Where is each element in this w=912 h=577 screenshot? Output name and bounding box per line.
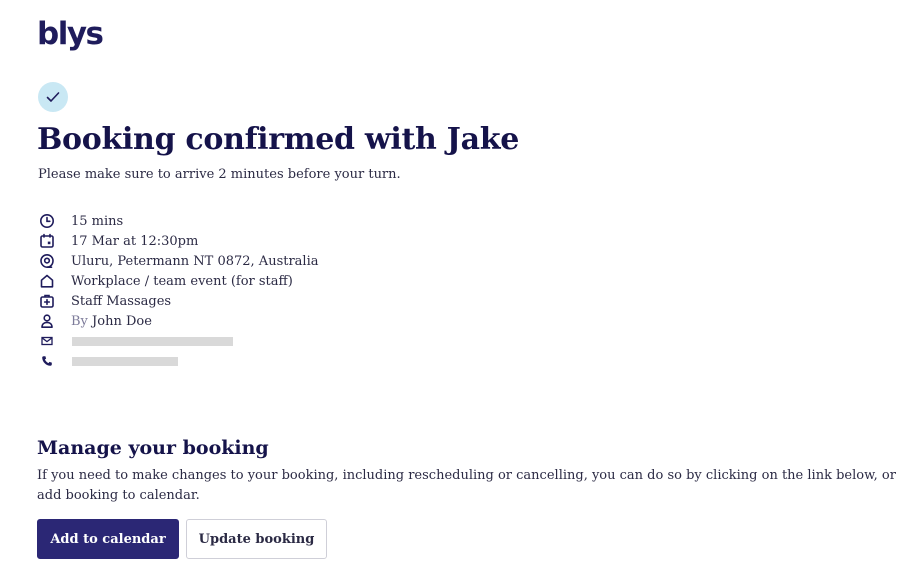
datetime-text: 17 Mar at 12:30pm	[71, 233, 199, 249]
clock-icon	[38, 212, 56, 230]
blys-logo[interactable]: blys	[37, 14, 104, 54]
page-title: Booking confirmed with Jake	[37, 122, 519, 157]
detail-service: Staff Massages	[38, 291, 319, 311]
update-booking-button[interactable]: Update booking	[186, 519, 327, 559]
booked-by-name: John Doe	[92, 313, 152, 329]
medical-kit-icon	[38, 292, 56, 310]
mail-icon	[38, 332, 56, 350]
duration-text: 15 mins	[71, 213, 124, 229]
check-icon	[46, 92, 60, 102]
detail-email	[38, 331, 319, 351]
add-to-calendar-button[interactable]: Add to calendar	[37, 519, 179, 559]
detail-booked-by: By John Doe	[38, 311, 319, 331]
venue-text: Workplace / team event (for staff)	[71, 273, 293, 289]
confirmed-check-badge	[38, 82, 68, 112]
page-subtitle: Please make sure to arrive 2 minutes bef…	[38, 167, 401, 182]
home-icon	[38, 272, 56, 290]
detail-datetime: 17 Mar at 12:30pm	[38, 231, 319, 251]
service-text: Staff Massages	[71, 293, 172, 309]
calendar-icon	[38, 232, 56, 250]
user-icon	[38, 312, 56, 330]
location-text: Uluru, Petermann NT 0872, Australia	[71, 253, 319, 269]
detail-duration: 15 mins	[38, 211, 319, 231]
booking-details: 15 mins 17 Mar at 12:30pm Uluru, Peterma…	[38, 211, 319, 371]
detail-phone	[38, 351, 319, 371]
location-pin-icon	[38, 252, 56, 270]
detail-venue: Workplace / team event (for staff)	[38, 271, 319, 291]
phone-redacted	[72, 356, 178, 366]
booked-by-prefix: By	[71, 313, 88, 329]
manage-booking-heading: Manage your booking	[37, 437, 269, 459]
manage-booking-text: If you need to make changes to your book…	[37, 468, 896, 503]
email-redacted	[72, 336, 233, 346]
detail-location: Uluru, Petermann NT 0872, Australia	[38, 251, 319, 271]
phone-icon	[38, 352, 56, 370]
